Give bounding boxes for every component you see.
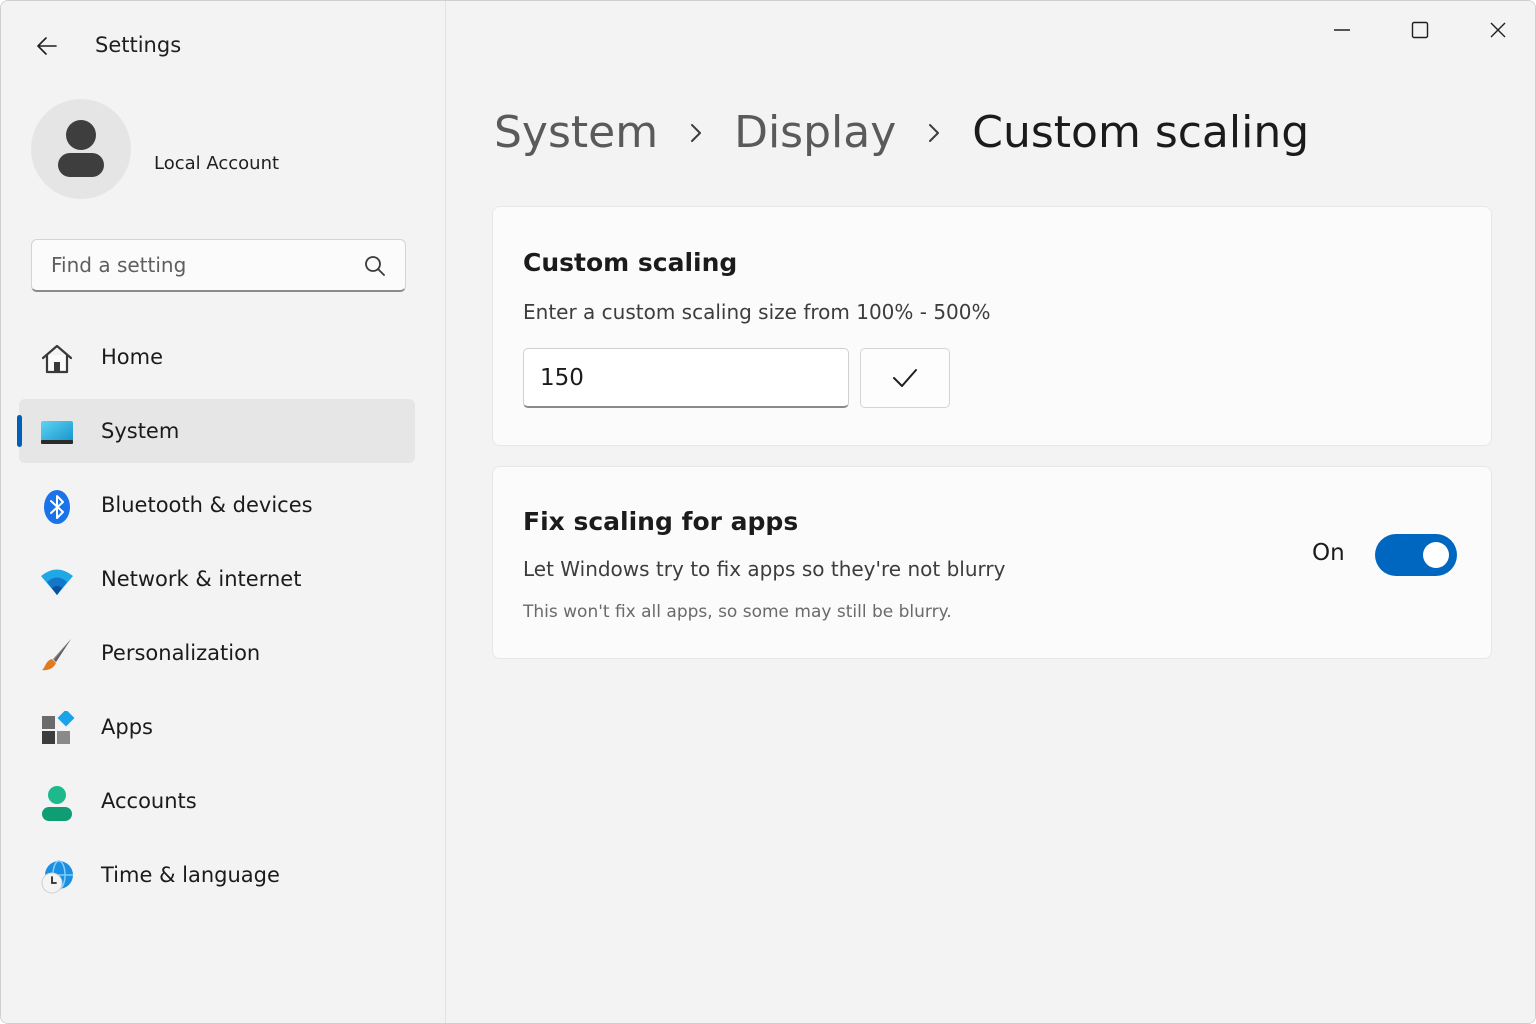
bluetooth-icon	[39, 489, 75, 525]
window-controls	[1303, 1, 1535, 61]
person-icon	[39, 785, 75, 821]
maximize-button[interactable]	[1381, 1, 1459, 59]
sidebar-item-accounts[interactable]: Accounts	[19, 769, 415, 833]
breadcrumb-system[interactable]: System	[494, 107, 658, 158]
apply-button[interactable]	[860, 348, 950, 408]
sidebar-item-system[interactable]: System	[17, 399, 415, 463]
wifi-icon	[39, 563, 75, 599]
app-title: Settings	[95, 33, 182, 57]
toggle-knob	[1423, 542, 1449, 568]
fix-scaling-toggle[interactable]	[1375, 534, 1457, 576]
sidebar-item-label: Personalization	[101, 641, 261, 665]
sidebar-item-label: Time & language	[101, 863, 280, 887]
sidebar-item-bluetooth[interactable]: Bluetooth & devices	[19, 473, 415, 537]
breadcrumb-display[interactable]: Display	[734, 107, 896, 158]
nav-list: Home System Bluetooth & devices Network …	[17, 325, 415, 917]
paintbrush-icon	[39, 637, 75, 673]
account-name: Local Account	[154, 153, 280, 174]
settings-window: Settings Local Account Find a setting Ho…	[0, 0, 1536, 1024]
sidebar-item-apps[interactable]: Apps	[19, 695, 415, 759]
custom-scaling-card: Custom scaling Enter a custom scaling si…	[492, 206, 1492, 446]
search-icon[interactable]	[363, 254, 387, 278]
chevron-right-icon	[926, 121, 942, 145]
globe-clock-icon	[39, 859, 75, 895]
sidebar-item-time-language[interactable]: Time & language	[19, 843, 415, 907]
toggle-state-label: On	[1312, 540, 1345, 566]
avatar[interactable]	[31, 99, 131, 199]
search-input[interactable]	[32, 240, 352, 290]
main-content: System Display Custom scaling Custom sca…	[446, 1, 1535, 1023]
sidebar-item-label: Accounts	[101, 789, 197, 813]
page-title: Custom scaling	[972, 107, 1310, 158]
sidebar-item-personalization[interactable]: Personalization	[19, 621, 415, 685]
custom-scaling-title: Custom scaling	[523, 248, 738, 277]
sidebar-item-home[interactable]: Home	[19, 325, 415, 389]
search-box	[31, 239, 406, 292]
sidebar-item-label: Home	[101, 345, 164, 369]
selection-indicator	[17, 415, 22, 447]
sidebar: Settings Local Account Find a setting Ho…	[1, 1, 446, 1023]
sidebar-item-network[interactable]: Network & internet	[19, 547, 415, 611]
system-display-icon	[39, 415, 75, 451]
fix-scaling-note: This won't fix all apps, so some may sti…	[523, 602, 952, 622]
sidebar-item-label: Apps	[101, 715, 153, 739]
sidebar-item-label: Network & internet	[101, 567, 302, 591]
custom-scaling-description: Enter a custom scaling size from 100% - …	[523, 300, 991, 324]
back-arrow-icon	[37, 37, 57, 55]
close-icon	[1490, 22, 1506, 38]
user-silhouette-icon	[58, 120, 104, 177]
breadcrumb: System Display Custom scaling	[494, 107, 1309, 158]
minimize-button[interactable]	[1303, 1, 1381, 59]
close-button[interactable]	[1459, 1, 1535, 59]
sidebar-item-label: System	[101, 419, 180, 443]
checkmark-icon	[893, 369, 917, 387]
fix-scaling-description: Let Windows try to fix apps so they're n…	[523, 557, 1006, 581]
back-button[interactable]	[29, 29, 65, 63]
minimize-icon	[1334, 29, 1350, 31]
fix-scaling-card: Fix scaling for apps Let Windows try to …	[492, 466, 1492, 659]
maximize-icon	[1411, 21, 1429, 39]
apps-icon	[39, 711, 75, 747]
sidebar-item-label: Bluetooth & devices	[101, 493, 313, 517]
chevron-right-icon	[688, 121, 704, 145]
scaling-size-input[interactable]	[523, 348, 849, 408]
fix-scaling-title: Fix scaling for apps	[523, 507, 799, 536]
home-icon	[39, 341, 75, 377]
